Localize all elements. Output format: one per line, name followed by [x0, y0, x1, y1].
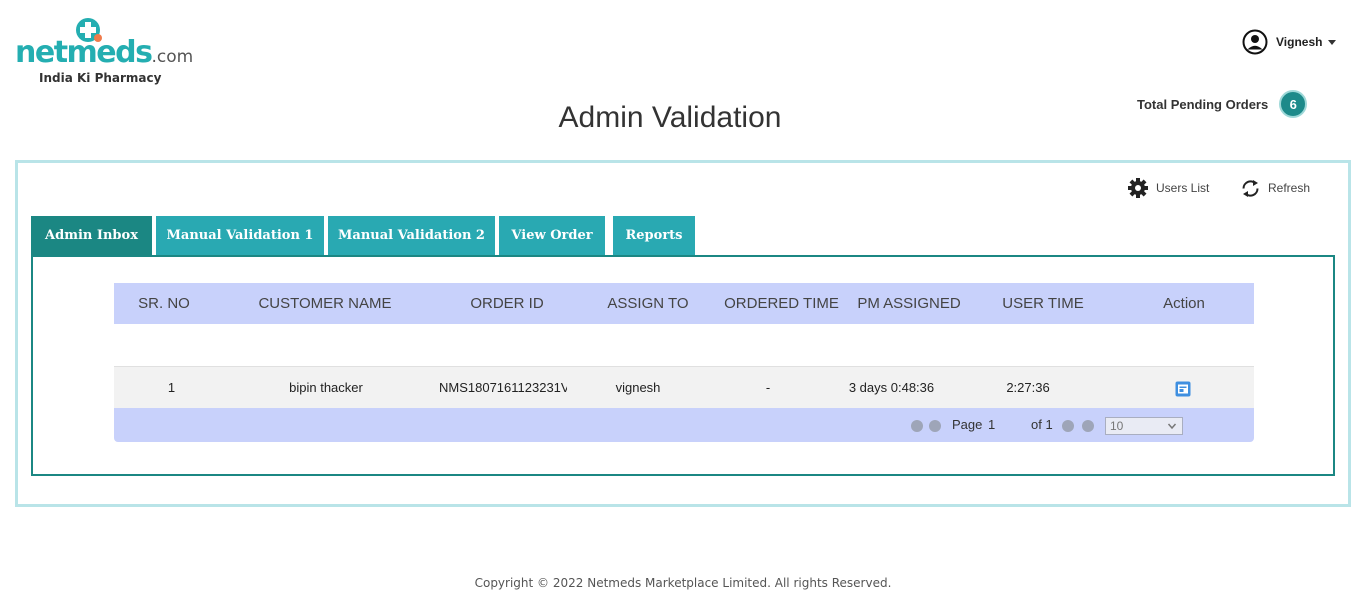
cell-customer-name: bipin thacker [289, 380, 363, 395]
previous-page-icon[interactable] [929, 420, 941, 432]
footer-copyright: Copyright © 2022 Netmeds Marketplace Lim… [474, 576, 892, 590]
column-header-assign-to[interactable]: ASSIGN TO [594, 283, 702, 324]
user-name: Vignesh [1276, 35, 1323, 49]
column-header-user-time[interactable]: USER TIME [989, 283, 1097, 324]
users-list-label: Users List [1156, 181, 1210, 195]
tab-reports[interactable]: Reports [613, 216, 695, 255]
pagination-bar: Page 1 of 1 10 [114, 408, 1254, 442]
column-header-sr-no[interactable]: SR. NO [114, 283, 214, 324]
next-page-icon[interactable] [1062, 420, 1074, 432]
netmeds-logo[interactable]: netmeds.com India Ki Pharmacy [15, 14, 193, 86]
cell-order-id[interactable]: NMS1807161123231V [439, 367, 567, 409]
page-count: of 1 [1031, 417, 1053, 432]
refresh-button[interactable]: Refresh [1240, 177, 1310, 199]
cell-pm-assigned: 3 days 0:48:36 [848, 380, 935, 395]
last-page-icon[interactable] [1082, 420, 1094, 432]
chevron-down-icon [1167, 423, 1177, 430]
cell-action [1172, 367, 1194, 409]
cell-assign-to: vignesh [615, 380, 661, 395]
page-label: Page [952, 417, 983, 432]
page-size-value: 10 [1110, 419, 1124, 433]
gear-icon [1128, 178, 1148, 198]
table-header: SR. NO CUSTOMER NAME ORDER ID ASSIGN TO … [114, 283, 1254, 324]
users-list-button[interactable]: Users List [1127, 177, 1209, 199]
refresh-label: Refresh [1268, 181, 1311, 195]
page-title: Admin Validation [558, 101, 782, 134]
cell-sr-no: 1 [167, 380, 176, 395]
view-order-icon[interactable] [1175, 381, 1191, 397]
logo-wordmark: netmeds.com [15, 35, 194, 70]
column-header-ordered-time[interactable]: ORDERED TIME [719, 283, 844, 324]
page-number-input[interactable]: 1 [988, 408, 995, 442]
user-menu[interactable]: Vignesh [1242, 29, 1337, 55]
tab-view-order[interactable]: View Order [499, 216, 605, 255]
chevron-down-icon [1328, 39, 1337, 45]
column-header-pm-assigned[interactable]: PM ASSIGNED [854, 283, 964, 324]
first-page-icon[interactable] [911, 420, 923, 432]
table-row[interactable]: 1 bipin thacker NMS1807161123231V vignes… [114, 366, 1254, 408]
tab-admin-inbox[interactable]: Admin Inbox [31, 216, 152, 255]
tab-manual-validation-2[interactable]: Manual Validation 2 [328, 216, 495, 255]
column-header-order-id[interactable]: ORDER ID [437, 283, 577, 324]
tab-manual-validation-1[interactable]: Manual Validation 1 [156, 216, 324, 255]
cell-ordered-time: - [765, 380, 771, 395]
logo-tagline: India Ki Pharmacy [39, 71, 162, 85]
cell-user-time: 2:27:36 [1006, 380, 1050, 395]
column-header-action: Action [1163, 295, 1205, 312]
user-circle-icon [1242, 29, 1268, 55]
column-header-customer-name[interactable]: CUSTOMER NAME [244, 283, 406, 324]
page-size-select[interactable]: 10 [1105, 417, 1183, 435]
refresh-icon [1242, 179, 1259, 197]
